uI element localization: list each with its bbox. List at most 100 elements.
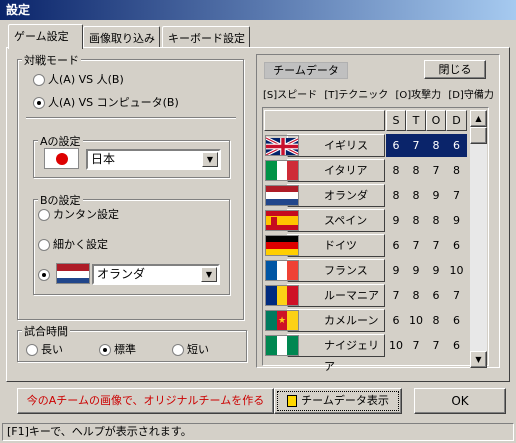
table-header-blank — [264, 110, 385, 131]
radio-detailed-setting[interactable]: 細かく設定 — [38, 236, 108, 252]
team-row-name[interactable]: オランダ — [287, 184, 385, 207]
team-stat-o: 8 — [432, 314, 440, 327]
radio-label: 細かく設定 — [53, 238, 108, 251]
legend-defense: [D]守備力 — [448, 90, 494, 101]
radio-button-icon — [38, 239, 50, 251]
team-stat-d: 7 — [453, 189, 460, 202]
france-flag-icon — [265, 260, 299, 281]
team-row-name[interactable]: イギリス — [287, 134, 385, 157]
team-stat-t: 8 — [412, 214, 420, 227]
tab-image-import[interactable]: 画像取り込み — [83, 26, 160, 48]
radio-label: 短い — [187, 343, 209, 356]
scroll-down-icon[interactable]: ▼ — [470, 351, 487, 368]
a-team-select[interactable]: 日本 ▼ — [86, 149, 221, 170]
team-stat-t: 8 — [412, 189, 420, 202]
radio-time-long[interactable]: 長い — [26, 341, 63, 357]
team-name-label: イギリス — [324, 139, 368, 152]
a-settings-label: Aの設定 — [38, 133, 83, 149]
team-stat-t: 10 — [409, 314, 423, 327]
team-stat-s: 8 — [392, 164, 400, 177]
team-row-name[interactable]: ルーマニア — [287, 284, 385, 307]
radio-human-vs-computer[interactable]: 人(A) VS コンピュータ(B) — [33, 94, 179, 110]
radio-time-short[interactable]: 短い — [172, 341, 209, 357]
team-stat-s: 7 — [392, 289, 400, 302]
radio-button-icon — [33, 74, 45, 86]
japan-flag-icon — [44, 148, 79, 169]
hand-icon — [287, 395, 298, 407]
stat-legend: [S]スピード [T]テクニック [O]攻撃力 [D]守備力 — [263, 86, 494, 101]
team-row-name[interactable]: イタリア — [287, 159, 385, 182]
legend-attack: [O]攻撃力 — [395, 90, 442, 101]
radio-label: 長い — [41, 343, 63, 356]
radio-button-icon — [38, 269, 50, 281]
team-row-name[interactable]: ドイツ — [287, 234, 385, 257]
team-stat-t: 8 — [412, 164, 420, 177]
b-team-value: オランダ — [97, 267, 146, 281]
scrollbar[interactable] — [470, 110, 487, 368]
b-team-select[interactable]: オランダ ▼ — [92, 264, 220, 285]
tab-game-settings[interactable]: ゲーム設定 — [8, 24, 83, 49]
team-stat-d: 7 — [453, 289, 460, 302]
netherlands-flag-icon — [265, 185, 299, 206]
team-name-label: ドイツ — [324, 239, 357, 252]
radio-time-standard[interactable]: 標準 — [99, 341, 136, 357]
radio-easy-setting[interactable]: カンタン設定 — [38, 206, 119, 222]
create-original-team-button[interactable]: 今のAチームの画像で、オリジナルチームを作る — [17, 388, 274, 414]
team-name-label: オランダ — [324, 189, 368, 202]
status-text: [F1]キーで、ヘルプが表示されます。 — [7, 425, 192, 438]
team-stat-t: 7 — [412, 339, 420, 352]
team-stat-s: 9 — [392, 264, 400, 277]
team-name-label: フランス — [324, 264, 368, 277]
scroll-up-icon[interactable]: ▲ — [470, 110, 487, 127]
team-stat-o: 6 — [432, 289, 440, 302]
ok-button[interactable]: OK — [414, 388, 506, 414]
close-button[interactable]: 閉じる — [424, 60, 486, 79]
battle-mode-label: 対戦モード — [22, 52, 81, 68]
radio-button-icon — [99, 344, 111, 356]
a-team-value: 日本 — [91, 152, 116, 166]
team-stat-s: 8 — [392, 189, 400, 202]
divider — [26, 117, 236, 119]
radio-human-vs-human[interactable]: 人(A) VS 人(B) — [33, 71, 124, 87]
column-header-s: S — [386, 110, 406, 131]
team-stat-o: 9 — [432, 264, 440, 277]
radio-team-select[interactable] — [38, 268, 53, 281]
team-row-name[interactable]: カメルーン — [287, 309, 385, 332]
cameroon-flag-icon: ★ — [265, 310, 299, 331]
radio-button-icon — [26, 344, 38, 356]
team-stat-t: 8 — [412, 289, 420, 302]
show-team-data-label: チームデータ表示 — [301, 394, 389, 407]
team-stat-o: 7 — [432, 164, 440, 177]
team-stat-d: 6 — [453, 339, 460, 352]
nigeria-flag-icon — [265, 335, 299, 356]
team-stat-s: 6 — [386, 134, 406, 157]
team-stat-o: 9 — [432, 189, 440, 202]
tab-label: ゲーム設定 — [14, 30, 69, 43]
chevron-down-icon[interactable]: ▼ — [202, 152, 218, 167]
team-stat-s: 6 — [392, 314, 400, 327]
window-title: 設定 — [6, 3, 31, 17]
team-stat-d: 6 — [446, 134, 467, 157]
team-name-label: スペイン — [324, 214, 368, 227]
team-row-name[interactable]: ナイジェリア — [287, 334, 385, 373]
spain-flag-icon — [265, 210, 299, 231]
germany-flag-icon — [265, 235, 299, 256]
chevron-down-icon[interactable]: ▼ — [201, 267, 217, 282]
team-stat-t: 7 — [412, 239, 420, 252]
team-stat-s: 6 — [392, 239, 400, 252]
uk-flag-icon — [265, 135, 299, 156]
team-row-name[interactable]: スペイン — [287, 209, 385, 232]
radio-label: 標準 — [114, 343, 136, 356]
column-header-t: T — [406, 110, 426, 131]
title-bar: 設定 — [0, 0, 516, 20]
tab-keyboard-settings[interactable]: キーボード設定 — [162, 26, 250, 48]
romania-flag-icon — [265, 285, 299, 306]
scroll-thumb[interactable] — [470, 127, 487, 144]
team-stat-d: 9 — [453, 214, 460, 227]
team-name-label: イタリア — [324, 164, 368, 177]
team-stat-s: 10 — [389, 339, 403, 352]
show-team-data-button[interactable]: チームデータ表示 — [274, 388, 402, 414]
team-stat-d: 8 — [453, 164, 460, 177]
team-stat-o: 8 — [432, 214, 440, 227]
team-row-name[interactable]: フランス — [287, 259, 385, 282]
